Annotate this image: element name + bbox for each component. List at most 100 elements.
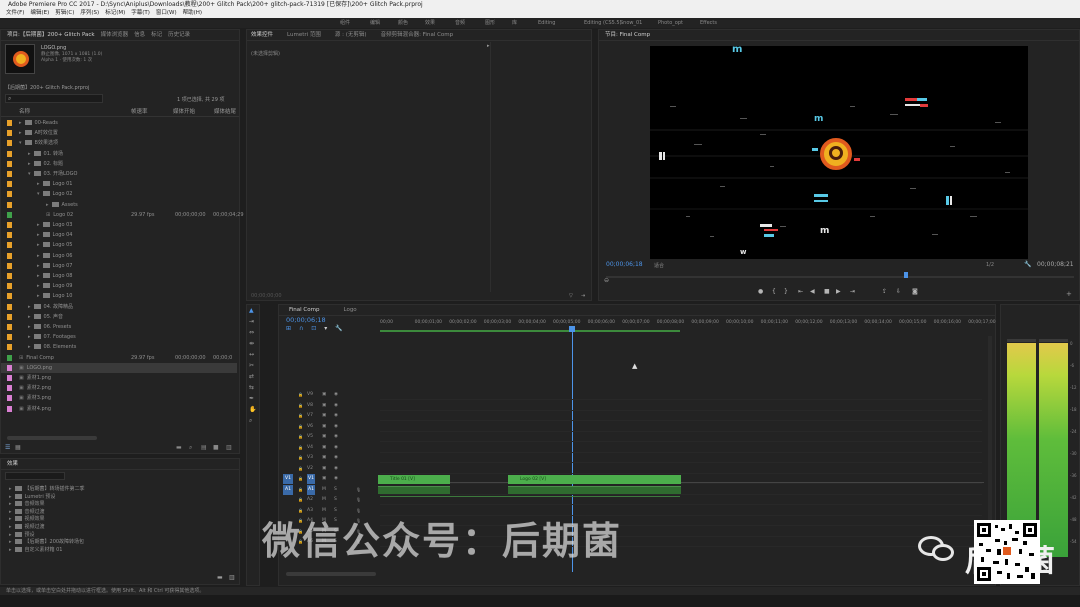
eye-icon[interactable]: ◉: [334, 411, 338, 421]
source-tab[interactable]: 效果控件: [251, 32, 273, 38]
effects-trash-icon[interactable]: ▥: [229, 574, 235, 581]
toggle-sync-icon[interactable]: ▣: [322, 390, 326, 400]
project-tab[interactable]: 标记: [151, 32, 162, 38]
menu-item[interactable]: 剪辑(C): [55, 10, 74, 16]
extract-icon[interactable]: ⇩: [896, 288, 901, 295]
source-patch-v1[interactable]: V1: [283, 474, 293, 484]
toggle-sync-icon[interactable]: ▣: [322, 411, 326, 421]
track-name[interactable]: A2: [307, 495, 313, 505]
col-start[interactable]: 媒体开始: [173, 107, 195, 117]
tab-program[interactable]: 节目: Final Comp: [605, 32, 650, 38]
project-item[interactable]: ▾ Logo 02: [1, 189, 237, 199]
lift-icon[interactable]: ⇪: [882, 288, 887, 295]
mute-icon[interactable]: M: [322, 485, 326, 495]
hand-tool-icon[interactable]: ✋: [249, 406, 256, 413]
project-item[interactable]: ▸ Logo 07: [1, 261, 237, 271]
project-item[interactable]: ▸ Assets: [1, 200, 237, 210]
toggle-sync-icon[interactable]: ▣: [322, 464, 326, 474]
expanded-arrow-icon[interactable]: ▾: [19, 138, 22, 148]
collapsed-arrow-icon[interactable]: ▸: [37, 220, 40, 230]
trash-icon[interactable]: ▥: [226, 444, 232, 451]
project-item[interactable]: ▾ 03. 开场LOGO: [1, 169, 237, 179]
quality-dropdown[interactable]: 1/2: [986, 262, 994, 268]
effects-bin[interactable]: ▸ 自定义素材箱 01: [1, 546, 237, 554]
lock-icon[interactable]: 🔒: [298, 485, 303, 495]
new-item-icon[interactable]: ▤: [201, 444, 207, 451]
eye-icon[interactable]: ◉: [334, 464, 338, 474]
snap-icon[interactable]: ∩: [299, 325, 303, 332]
project-tab[interactable]: 历史记录: [168, 32, 190, 38]
project-item[interactable]: ▸ Logo 05: [1, 240, 237, 250]
collapsed-arrow-icon[interactable]: ▸: [37, 271, 40, 281]
nest-icon[interactable]: ⊞: [286, 325, 291, 332]
zoom-out-icon[interactable]: ⊖: [604, 277, 609, 284]
selection-tool-icon[interactable]: ▲: [249, 307, 254, 314]
settings-wrench-icon[interactable]: 🔧: [335, 325, 342, 332]
slide-tool-icon[interactable]: ⇆: [249, 384, 254, 391]
track-name[interactable]: V9: [307, 390, 313, 400]
rate-stretch-tool-icon[interactable]: ↔: [249, 351, 254, 358]
track-name[interactable]: V6: [307, 422, 313, 432]
video-track-header[interactable]: 🔒 V4 ▣ ◉: [282, 443, 378, 453]
lock-icon[interactable]: 🔒: [298, 464, 303, 474]
collapsed-arrow-icon[interactable]: ▸: [28, 332, 31, 342]
project-item[interactable]: ▾ B效果选项: [1, 138, 237, 148]
eye-icon[interactable]: ◉: [334, 401, 338, 411]
project-item[interactable]: ▸ 00-Reads: [1, 118, 237, 128]
project-tab[interactable]: 媒体浏览器: [101, 32, 129, 38]
collapsed-arrow-icon[interactable]: ▸: [19, 118, 22, 128]
collapsed-arrow-icon[interactable]: ▸: [37, 230, 40, 240]
mark-in-icon[interactable]: {: [772, 288, 776, 295]
menu-item[interactable]: 文件(F): [6, 10, 24, 16]
go-to-out-icon[interactable]: ⇥: [850, 288, 855, 295]
zoom-tool-icon[interactable]: ⌕: [249, 417, 252, 425]
lock-icon[interactable]: 🔒: [298, 390, 303, 400]
program-viewer[interactable]: m m m w: [650, 44, 1028, 259]
track-name[interactable]: V3: [307, 453, 313, 463]
track-name[interactable]: V2: [307, 464, 313, 474]
project-item[interactable]: ▣ 素材2.png: [1, 383, 237, 393]
source-tab[interactable]: 音频剪辑混合器: Final Comp: [381, 32, 454, 38]
mute-icon[interactable]: M: [322, 495, 326, 505]
menu-item[interactable]: 窗口(W): [156, 10, 177, 16]
video-track-header[interactable]: 🔒 V6 ▣ ◉: [282, 422, 378, 432]
list-view-icon[interactable]: ☰: [5, 444, 10, 451]
project-item[interactable]: ▸ 06. Presets: [1, 322, 237, 332]
menu-item[interactable]: 标记(M): [105, 10, 125, 16]
video-track-header[interactable]: 🔒 V5 ▣ ◉: [282, 432, 378, 442]
lock-icon[interactable]: 🔒: [298, 443, 303, 453]
lock-icon[interactable]: 🔒: [298, 453, 303, 463]
col-end[interactable]: 媒体结尾: [214, 107, 236, 117]
project-item[interactable]: ▸ Logo 10: [1, 291, 237, 301]
track-name[interactable]: V5: [307, 432, 313, 442]
collapsed-arrow-icon[interactable]: ▸: [28, 302, 31, 312]
collapsed-arrow-icon[interactable]: ▸: [19, 128, 22, 138]
collapsed-arrow-icon[interactable]: ▸: [28, 322, 31, 332]
program-scrubber[interactable]: [606, 276, 1074, 278]
new-bin-icon[interactable]: ▬: [176, 444, 182, 451]
lock-icon[interactable]: 🔒: [298, 401, 303, 411]
project-item[interactable]: ▸ 04. 故障精品: [1, 302, 237, 312]
collapsed-arrow-icon[interactable]: ▸: [37, 291, 40, 301]
lock-icon[interactable]: 🔒: [298, 495, 303, 505]
project-item[interactable]: ▸ 08. Elements: [1, 342, 237, 352]
timeline-clip-title[interactable]: Title 01 [V]: [378, 475, 450, 484]
timeline-zoom-bar[interactable]: [286, 572, 376, 576]
eye-icon[interactable]: ◉: [334, 390, 338, 400]
work-area-bar[interactable]: [380, 330, 680, 332]
toggle-sync-icon[interactable]: ▣: [322, 453, 326, 463]
razor-tool-icon[interactable]: ✂: [249, 362, 254, 369]
toggle-sync-icon[interactable]: ▣: [322, 422, 326, 432]
video-track-header[interactable]: 🔒 V7 ▣ ◉: [282, 411, 378, 421]
project-item[interactable]: ▸ Logo 06: [1, 251, 237, 261]
add-marker-tl-icon[interactable]: ▾: [324, 325, 327, 332]
track-name[interactable]: A1: [307, 484, 315, 495]
ripple-edit-tool-icon[interactable]: ⇔: [249, 329, 254, 336]
toggle-sync-icon[interactable]: ▣: [322, 401, 326, 411]
menu-item[interactable]: 字幕(T): [131, 10, 150, 16]
add-button-icon[interactable]: +: [1066, 290, 1072, 298]
video-track-header[interactable]: 🔒 V3 ▣ ◉: [282, 453, 378, 463]
pen-tool-icon[interactable]: ✒: [249, 395, 254, 402]
timeline-timecode[interactable]: 00;00;06;18: [286, 316, 326, 324]
project-item[interactable]: ▸ 01. 转场: [1, 149, 237, 159]
